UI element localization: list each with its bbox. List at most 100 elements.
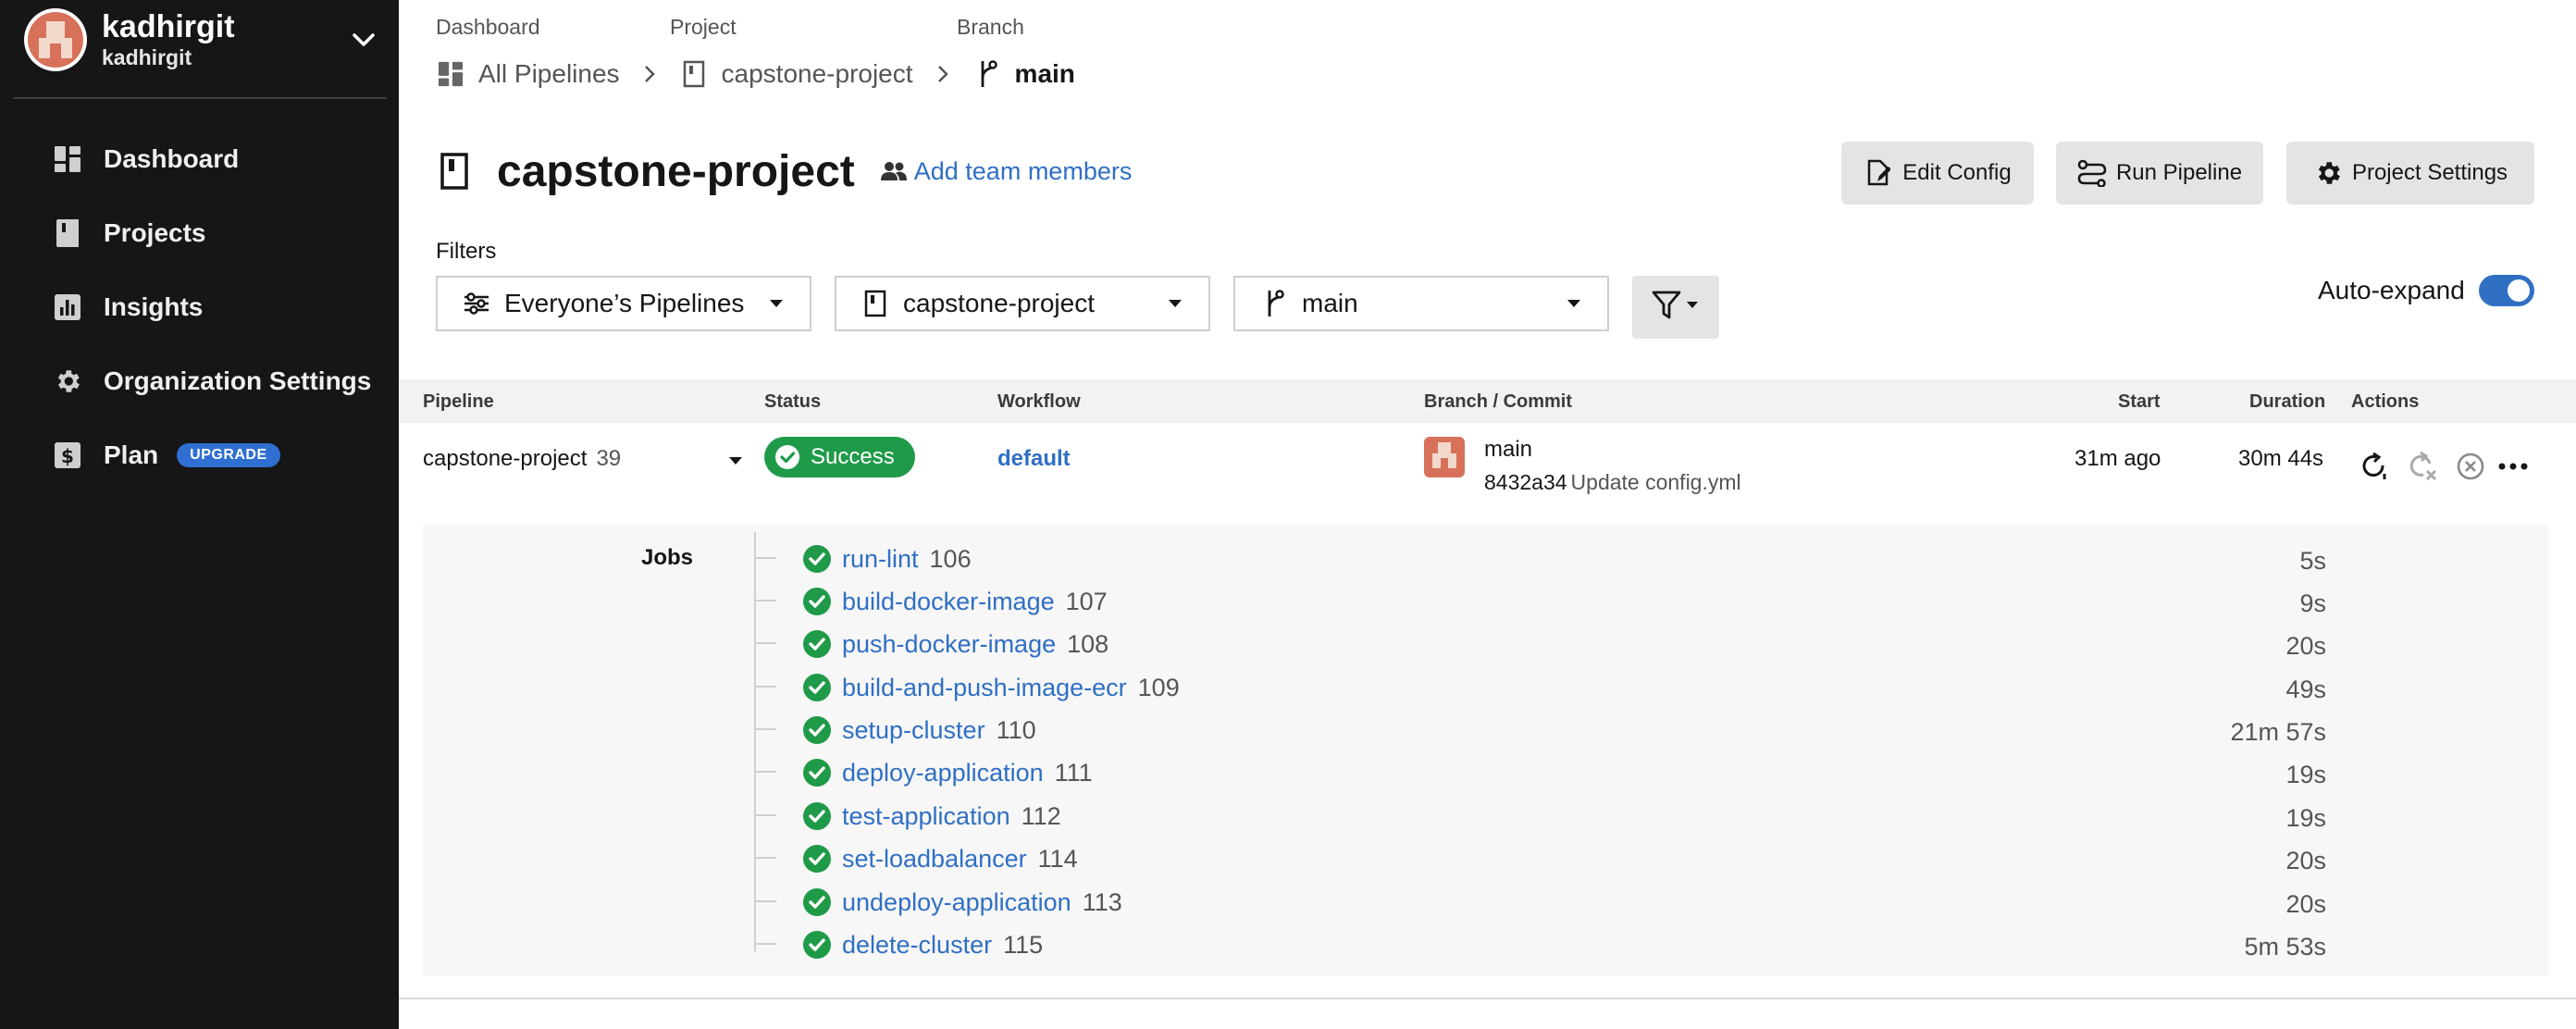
upgrade-badge[interactable]: UPGRADE [177, 443, 280, 467]
job-link[interactable]: delete-cluster 115 [842, 931, 1043, 960]
caret-down-icon [767, 294, 786, 313]
cancel-icon[interactable] [2454, 450, 2487, 483]
auto-expand-toggle[interactable] [2479, 275, 2534, 306]
job-link[interactable]: test-application 112 [842, 802, 1061, 831]
insights-icon [52, 291, 83, 323]
job-name[interactable]: build-docker-image [842, 588, 1055, 615]
workflow-link[interactable]: default [997, 446, 1071, 472]
pipelines-filter-dropdown[interactable]: Everyone’s Pipelines [436, 276, 811, 331]
expand-row-icon[interactable] [724, 450, 747, 472]
chevron-down-icon[interactable] [348, 24, 379, 56]
list-item: build-and-push-image-ecr 109 49s [756, 665, 2548, 708]
job-number: 111 [1054, 759, 1093, 787]
page-title: capstone-project [497, 146, 855, 196]
rerun-icon[interactable] [2358, 450, 2391, 483]
job-name[interactable]: deploy-application [842, 759, 1044, 787]
breadcrumb-label-branch: Branch [957, 15, 1024, 39]
job-number: 112 [1021, 802, 1061, 830]
job-link[interactable]: deploy-application 111 [842, 759, 1093, 787]
list-item: build-docker-image 107 9s [756, 579, 2548, 622]
list-item: deploy-application 111 19s [756, 750, 2548, 793]
caret-down-icon [1565, 294, 1583, 313]
pipeline-name[interactable]: capstone-project 39 [423, 446, 621, 472]
job-link[interactable]: run-lint 106 [842, 545, 972, 574]
sidebar-item-insights[interactable]: Insights [0, 270, 399, 344]
job-duration: 19s [2285, 804, 2326, 832]
job-duration: 21m 57s [2230, 718, 2326, 746]
sidebar-item-projects[interactable]: Projects [0, 196, 399, 270]
job-duration: 5m 53s [2244, 933, 2326, 961]
advanced-filter-button[interactable] [1632, 276, 1719, 339]
breadcrumb-all-pipelines[interactable]: All Pipelines [478, 59, 620, 89]
job-link[interactable]: push-docker-image 108 [842, 630, 1108, 659]
org-switcher[interactable]: kadhirgit kadhirgit [24, 7, 385, 72]
job-link[interactable]: build-docker-image 107 [842, 588, 1108, 616]
commit-message: Update config.yml [1570, 470, 1741, 494]
job-duration: 20s [2285, 847, 2326, 874]
job-name[interactable]: setup-cluster [842, 716, 985, 744]
sidebar-nav: Dashboard Projects Insights Organization… [0, 122, 399, 492]
commit-info[interactable]: 8432a34 Update config.yml [1484, 470, 1741, 495]
status-badge[interactable]: Success [764, 437, 915, 477]
sidebar-item-dashboard[interactable]: Dashboard [0, 122, 399, 196]
job-link[interactable]: setup-cluster 110 [842, 716, 1036, 745]
project-icon [861, 289, 890, 318]
commit-branch[interactable]: main [1484, 437, 1532, 463]
dashboard-icon [52, 143, 83, 175]
breadcrumb-branch[interactable]: main [1015, 59, 1075, 89]
job-name[interactable]: undeploy-application [842, 888, 1071, 916]
breadcrumb-project[interactable]: capstone-project [722, 59, 913, 89]
caret-down-icon [1166, 294, 1184, 313]
filter-icon [1652, 290, 1700, 326]
edit-config-button[interactable]: Edit Config [1841, 142, 2034, 205]
job-duration: 20s [2285, 890, 2326, 918]
auto-expand-label: Auto-expand [2318, 276, 2465, 304]
project-settings-button[interactable]: Project Settings [2286, 142, 2534, 205]
branch-filter-dropdown[interactable]: main [1233, 276, 1609, 331]
committer-avatar [1424, 437, 1465, 477]
check-circle-icon [802, 629, 832, 659]
list-item: test-application 112 19s [756, 794, 2548, 837]
job-duration: 9s [2299, 589, 2326, 617]
job-name[interactable]: push-docker-image [842, 630, 1056, 658]
sidebar-item-organization-settings[interactable]: Organization Settings [0, 344, 399, 418]
check-circle-icon [802, 758, 832, 787]
commit-hash[interactable]: 8432a34 [1484, 470, 1567, 494]
list-item: setup-cluster 110 21m 57s [756, 708, 2548, 750]
job-number: 114 [1037, 845, 1078, 873]
content-bottom-border [399, 998, 2576, 999]
run-pipeline-label: Run Pipeline [2115, 160, 2243, 185]
branch-icon [972, 59, 1002, 89]
pipelines-filter-value: Everyone’s Pipelines [504, 289, 745, 317]
sidebar-divider [13, 97, 387, 99]
page-header: capstone-project Add team members [436, 143, 1132, 199]
table-row: capstone-project 39 Success default main … [399, 426, 2576, 509]
check-circle-icon [802, 887, 832, 917]
job-link[interactable]: set-loadbalancer 114 [842, 845, 1078, 874]
pipeline-start: 31m ago [2074, 446, 2161, 471]
status-label: Success [811, 444, 895, 469]
sidebar-item-plan[interactable]: $ Plan UPGRADE [0, 418, 399, 492]
job-name[interactable]: set-loadbalancer [842, 845, 1027, 873]
pipeline-project[interactable]: capstone-project [423, 446, 587, 471]
col-start: Start [2118, 391, 2161, 412]
sidebar: kadhirgit kadhirgit Dashboard Projects I… [0, 0, 399, 1029]
job-name[interactable]: test-application [842, 802, 1010, 830]
run-pipeline-button[interactable]: Run Pipeline [2056, 142, 2263, 205]
job-number: 106 [929, 545, 972, 573]
breadcrumb: All Pipelines capstone-project main [436, 54, 1075, 94]
breadcrumb-label-dashboard: Dashboard [436, 15, 540, 39]
job-link[interactable]: undeploy-application 113 [842, 888, 1122, 917]
check-circle-icon [802, 544, 832, 574]
job-name[interactable]: build-and-push-image-ecr [842, 674, 1127, 701]
job-link[interactable]: build-and-push-image-ecr 109 [842, 674, 1180, 702]
job-name[interactable]: delete-cluster [842, 931, 992, 959]
project-filter-dropdown[interactable]: capstone-project [835, 276, 1210, 331]
add-team-members-link[interactable]: Add team members [879, 157, 1132, 186]
dollar-icon: $ [52, 440, 83, 471]
job-duration: 49s [2285, 676, 2326, 703]
job-number: 110 [996, 716, 1036, 744]
job-name[interactable]: run-lint [842, 545, 919, 573]
list-item: set-loadbalancer 114 20s [756, 837, 2548, 879]
more-options-icon[interactable] [2496, 450, 2530, 483]
